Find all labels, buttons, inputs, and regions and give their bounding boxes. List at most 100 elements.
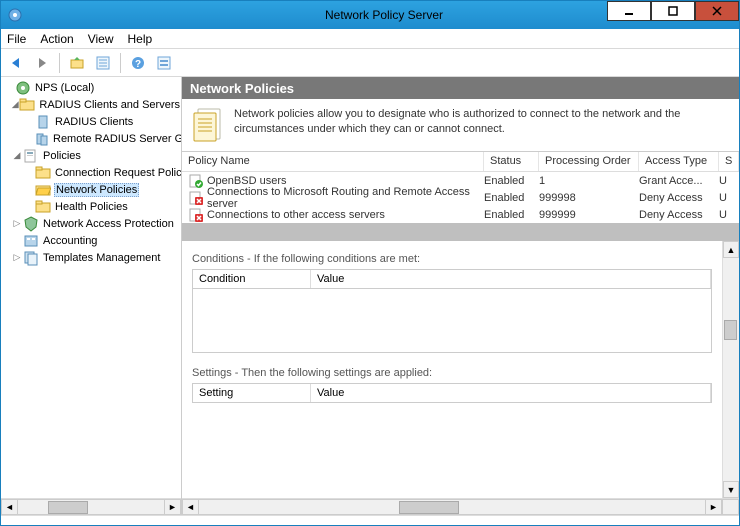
server-icon	[35, 114, 51, 130]
scroll-down-button[interactable]: ▼	[723, 481, 739, 498]
detail-vscrollbar[interactable]: ▲ ▼	[722, 241, 739, 498]
minimize-button[interactable]	[607, 1, 651, 21]
nav-tree: NPS (Local) ◢ RADIUS Clients and Servers…	[1, 77, 182, 515]
scroll-right-button[interactable]: ►	[705, 499, 722, 515]
titlebar: Network Policy Server	[1, 1, 739, 29]
policy-status: Enabled	[484, 175, 539, 187]
col-value[interactable]: Value	[311, 270, 711, 288]
policy-row[interactable]: Connections to Microsoft Routing and Rem…	[182, 189, 739, 206]
tree-remote-radius[interactable]: Remote RADIUS Server Groups	[1, 130, 181, 147]
info-text: Network policies allow you to designate …	[234, 107, 729, 143]
app-window: Network Policy Server File Action View H…	[0, 0, 740, 526]
refresh-button[interactable]	[153, 52, 175, 74]
up-button[interactable]	[66, 52, 88, 74]
policy-access: Grant Acce...	[639, 175, 719, 187]
collapse-icon[interactable]: ◢	[11, 150, 23, 161]
collapse-icon[interactable]: ◢	[11, 99, 19, 110]
back-button[interactable]	[5, 52, 27, 74]
col-status[interactable]: Status	[484, 152, 539, 171]
policy-access: Deny Access	[639, 209, 719, 221]
policy-order: 999999	[539, 209, 639, 221]
panel-header: Network Policies	[182, 77, 739, 99]
accounting-icon	[23, 233, 39, 249]
col-setting[interactable]: Setting	[193, 384, 311, 402]
policy-doc-icon	[192, 107, 224, 143]
tree-network-policies[interactable]: Network Policies	[1, 181, 181, 198]
tree-radius-clients[interactable]: RADIUS Clients	[1, 113, 181, 130]
deny-icon	[188, 190, 204, 206]
close-button[interactable]	[695, 1, 739, 21]
conditions-header: Condition Value	[192, 269, 712, 289]
settings-title: Settings - Then the following settings a…	[192, 363, 712, 383]
col-value[interactable]: Value	[311, 384, 711, 402]
detail-hscrollbar[interactable]: ◄ ►	[182, 498, 739, 515]
expand-icon[interactable]: ▷	[11, 218, 23, 229]
policy-status: Enabled	[484, 209, 539, 221]
policy-row[interactable]: Connections to other access serversEnabl…	[182, 206, 739, 223]
scroll-thumb[interactable]	[48, 501, 88, 514]
tree-accounting[interactable]: Accounting	[1, 232, 181, 249]
conditions-grid	[192, 289, 712, 353]
col-condition[interactable]: Condition	[193, 270, 311, 288]
col-access-type[interactable]: Access Type	[639, 152, 719, 171]
nps-icon	[15, 80, 31, 96]
tree-policies-group[interactable]: ◢ Policies	[1, 147, 181, 164]
scroll-right-button[interactable]: ►	[164, 499, 181, 515]
svg-text:?: ?	[135, 59, 141, 70]
scroll-left-button[interactable]: ◄	[182, 499, 199, 515]
tree-root-nps[interactable]: NPS (Local)	[1, 79, 181, 96]
policies-icon	[23, 148, 39, 164]
allow-icon	[188, 173, 204, 189]
policy-order: 1	[539, 175, 639, 187]
properties-button[interactable]	[92, 52, 114, 74]
policy-list-header: Policy Name Status Processing Order Acce…	[182, 152, 739, 172]
settings-header: Setting Value	[192, 383, 712, 403]
tree-radius-group[interactable]: ◢ RADIUS Clients and Servers	[1, 96, 181, 113]
toolbar: ?	[1, 49, 739, 77]
policy-list: OpenBSD usersEnabled1Grant Acce...UConne…	[182, 172, 739, 223]
folder-icon	[19, 97, 35, 113]
statusbar	[1, 515, 739, 525]
scroll-up-button[interactable]: ▲	[723, 241, 739, 258]
toolbar-separator	[120, 53, 121, 73]
col-processing-order[interactable]: Processing Order	[539, 152, 639, 171]
help-button[interactable]: ?	[127, 52, 149, 74]
policy-status: Enabled	[484, 192, 539, 204]
tree-hscrollbar[interactable]: ◄ ►	[1, 498, 181, 515]
conditions-title: Conditions - If the following conditions…	[192, 249, 712, 269]
folder-icon	[35, 165, 51, 181]
menubar: File Action View Help	[1, 29, 739, 49]
tree-templates[interactable]: ▷ Templates Management	[1, 249, 181, 266]
folder-open-icon	[35, 182, 51, 198]
policy-order: 999998	[539, 192, 639, 204]
scroll-thumb[interactable]	[399, 501, 459, 514]
scroll-thumb[interactable]	[724, 320, 737, 340]
server-group-icon	[35, 131, 49, 147]
app-icon	[7, 7, 23, 23]
menu-help[interactable]: Help	[128, 32, 153, 46]
tree-nap[interactable]: ▷ Network Access Protection	[1, 215, 181, 232]
scroll-left-button[interactable]: ◄	[1, 499, 18, 515]
col-source[interactable]: S	[719, 152, 739, 171]
policy-access: Deny Access	[639, 192, 719, 204]
folder-icon	[35, 199, 51, 215]
col-policy-name[interactable]: Policy Name	[182, 152, 484, 171]
info-box: Network policies allow you to designate …	[182, 99, 739, 152]
menu-action[interactable]: Action	[40, 32, 73, 46]
policy-source: U	[719, 175, 739, 187]
policy-source: U	[719, 209, 739, 221]
policy-name: Connections to Microsoft Routing and Rem…	[207, 186, 484, 210]
forward-button[interactable]	[31, 52, 53, 74]
policy-name: Connections to other access servers	[207, 209, 484, 221]
splitter-bar[interactable]	[182, 223, 739, 241]
menu-view[interactable]: View	[88, 32, 114, 46]
menu-file[interactable]: File	[7, 32, 26, 46]
expand-icon[interactable]: ▷	[11, 252, 23, 263]
maximize-button[interactable]	[651, 1, 695, 21]
toolbar-separator	[59, 53, 60, 73]
tree-conn-req-policies[interactable]: Connection Request Policies	[1, 164, 181, 181]
shield-icon	[23, 216, 39, 232]
policy-source: U	[719, 192, 739, 204]
tree-health-policies[interactable]: Health Policies	[1, 198, 181, 215]
deny-icon	[188, 207, 204, 223]
